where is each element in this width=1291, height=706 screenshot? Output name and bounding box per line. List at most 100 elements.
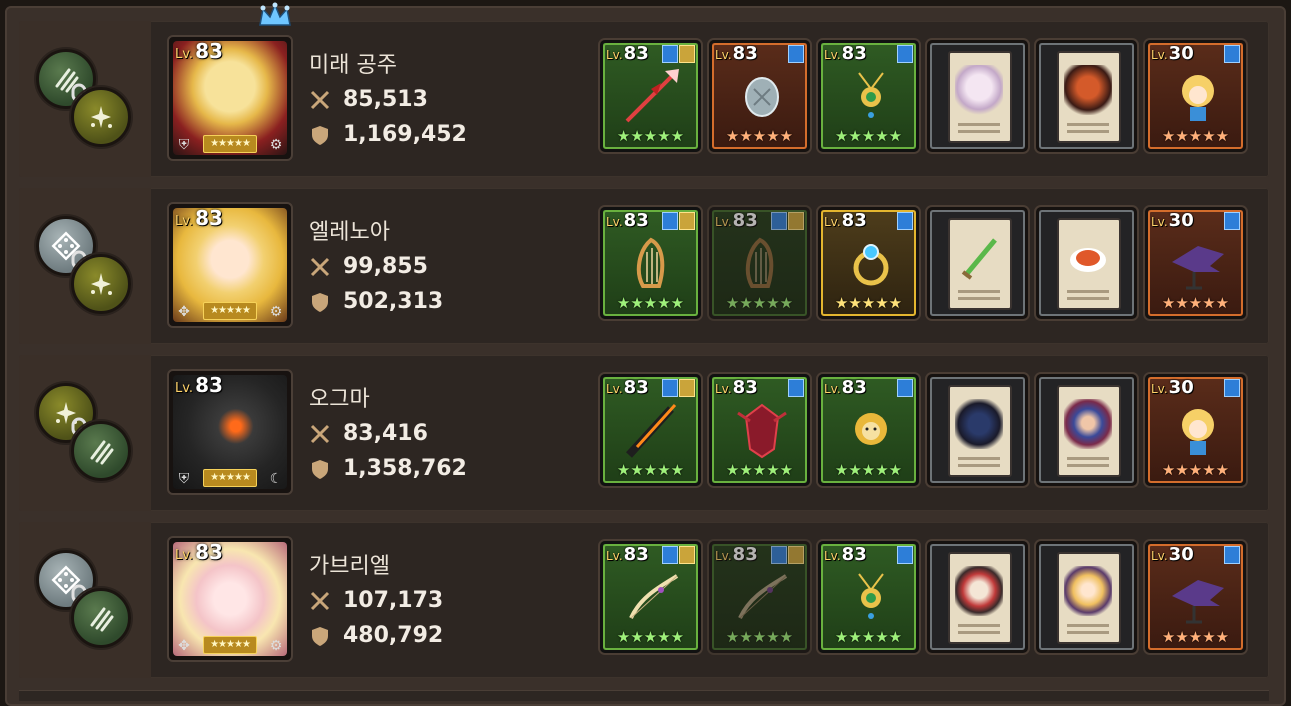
hero-star-rank: ★★★★★ xyxy=(203,135,257,153)
stone-shield-icon xyxy=(745,77,779,117)
hero-portrait[interactable]: Lv. 83 ⛨ ★★★★★ ☾ xyxy=(167,369,293,495)
attack-stat: 99,855 xyxy=(309,254,428,279)
angel-bow-icon xyxy=(738,574,788,619)
hero-level: Lv. 83 xyxy=(175,206,223,230)
class-icon: ✥ xyxy=(178,638,190,654)
hero-name: 엘레노아 xyxy=(309,220,390,245)
bookmark-icon xyxy=(1224,45,1240,63)
equip-slot-weapon[interactable]: Lv.83 ★★★★★ xyxy=(600,541,701,653)
equip-slot-weapon[interactable]: Lv.83 ★★★★★ xyxy=(600,40,701,152)
attack-stat: 83,416 xyxy=(309,421,428,446)
synergy-area xyxy=(19,21,151,177)
bookmark-icon xyxy=(1224,546,1240,564)
equip-slot-weapon[interactable]: Lv.83 ★★★★★ xyxy=(600,207,701,319)
shield-icon xyxy=(312,125,328,145)
claw-icon[interactable] xyxy=(71,588,131,648)
gold-amulet-icon xyxy=(858,72,884,118)
hero-star-rank: ★★★★★ xyxy=(203,636,257,654)
hero-row[interactable]: Lv. 83 ✥ ★★★★★ ⚙ 가브리엘 107,173 480,792 Lv.… xyxy=(19,522,1269,678)
equip-slot-accessory[interactable]: Lv.83 ★★★★★ xyxy=(818,541,919,653)
equip-slot-shield[interactable]: Lv.83 ★★★★★ xyxy=(709,40,810,152)
hero-portrait[interactable]: Lv. 83 ⛨ ★★★★★ ⚙ xyxy=(167,35,293,161)
moon-icon: ☾ xyxy=(269,471,283,487)
dark-wing-figure-icon xyxy=(1172,246,1224,290)
hero-name: 오그마 xyxy=(309,387,370,412)
blue-ring-icon xyxy=(853,244,889,286)
shield-icon xyxy=(312,459,328,479)
bookmark-icon xyxy=(788,379,804,397)
synergy-area xyxy=(19,355,151,511)
blue-hair-card-icon xyxy=(1064,399,1112,449)
hero-row[interactable]: Lv. 83 ⛨ ★★★★★ ⚙ 미래 공주 85,513 1,169,452 L… xyxy=(19,2,1269,177)
equip-slot-card[interactable] xyxy=(1036,374,1137,486)
bookmark-icon xyxy=(771,212,787,230)
fire-knight-card-icon xyxy=(1064,65,1112,115)
star-burst-icon[interactable] xyxy=(71,254,131,314)
attack-stat: 85,513 xyxy=(309,87,428,112)
green-sword-card-icon xyxy=(961,238,997,280)
element-icon: ⚙ xyxy=(269,638,283,654)
equip-slot-accessory[interactable]: Lv.83 ★★★★★ xyxy=(818,374,919,486)
bookmark-icon xyxy=(662,212,678,230)
attack-stat: 107,173 xyxy=(309,588,443,613)
hp-stat: 502,313 xyxy=(309,289,443,314)
bookmark-icon xyxy=(771,546,787,564)
crown-icon xyxy=(259,2,291,26)
shield-icon xyxy=(312,626,328,646)
bookmark-icon xyxy=(897,45,913,63)
claw-icon[interactable] xyxy=(71,421,131,481)
harp-icon xyxy=(636,237,665,288)
equip-slot-weapon-secondary[interactable]: Lv.83 ★★★★★ xyxy=(709,207,810,319)
equip-slot-card[interactable] xyxy=(1036,207,1137,319)
princess-figure-icon xyxy=(1182,409,1214,455)
hero-level: Lv. 83 xyxy=(175,39,223,63)
crossed-swords-icon xyxy=(310,257,330,276)
equip-slot-weapon[interactable]: Lv.83 ★★★★★ xyxy=(600,374,701,486)
synergy-area xyxy=(19,188,151,344)
hero-level: Lv. 83 xyxy=(175,540,223,564)
gem-icon xyxy=(788,212,804,230)
next-row-edge xyxy=(19,690,1269,701)
equip-slot-costume[interactable]: Lv.30 ★★★★★ xyxy=(1145,541,1246,653)
equip-slot-costume[interactable]: Lv.30 ★★★★★ xyxy=(1145,40,1246,152)
demon-lord-card-icon xyxy=(955,399,1003,449)
star-burst-icon[interactable] xyxy=(71,87,131,147)
equip-slot-card[interactable] xyxy=(927,207,1028,319)
hp-stat: 480,792 xyxy=(309,623,443,648)
lion-charm-icon xyxy=(855,413,887,445)
bookmark-icon xyxy=(1224,212,1240,230)
element-icon: ⚙ xyxy=(269,304,283,320)
hero-star-rank: ★★★★★ xyxy=(203,302,257,320)
hero-row[interactable]: Lv. 83 ⛨ ★★★★★ ☾ 오그마 83,416 1,358,762 Lv.… xyxy=(19,355,1269,511)
equip-slot-costume[interactable]: Lv.30 ★★★★★ xyxy=(1145,374,1246,486)
fox-mask-card-icon xyxy=(955,566,1003,616)
equip-slot-accessory[interactable]: Lv.83 ★★★★★ xyxy=(818,40,919,152)
gem-icon xyxy=(788,546,804,564)
flame-sword-icon xyxy=(626,403,677,458)
hero-portrait[interactable]: Lv. 83 ✥ ★★★★★ ⚙ xyxy=(167,202,293,328)
equip-slot-card[interactable] xyxy=(927,541,1028,653)
equip-slot-costume[interactable]: Lv.30 ★★★★★ xyxy=(1145,207,1246,319)
gem-icon xyxy=(679,379,695,397)
class-icon: ⛨ xyxy=(178,137,190,153)
hero-name: 미래 공주 xyxy=(309,53,397,78)
bookmark-icon xyxy=(662,546,678,564)
hero-star-rank: ★★★★★ xyxy=(203,469,257,487)
equip-slot-card[interactable] xyxy=(1036,40,1137,152)
dark-wing-figure-icon xyxy=(1172,580,1224,624)
hero-portrait[interactable]: Lv. 83 ✥ ★★★★★ ⚙ xyxy=(167,536,293,662)
equip-slot-accessory[interactable]: Lv.83 ★★★★★ xyxy=(818,207,919,319)
equip-slot-card[interactable] xyxy=(927,40,1028,152)
bookmark-icon xyxy=(897,212,913,230)
crimson-armor-icon xyxy=(737,403,787,459)
bookmark-icon xyxy=(897,546,913,564)
equip-slot-shield[interactable]: Lv.83 ★★★★★ xyxy=(709,374,810,486)
equip-slot-weapon-secondary[interactable]: Lv.83 ★★★★★ xyxy=(709,541,810,653)
food-plate-card-icon xyxy=(1070,248,1106,272)
class-icon: ✥ xyxy=(178,304,190,320)
equip-slot-card[interactable] xyxy=(1036,541,1137,653)
hero-level: Lv. 83 xyxy=(175,373,223,397)
bookmark-icon xyxy=(897,379,913,397)
equip-slot-card[interactable] xyxy=(927,374,1028,486)
hero-row[interactable]: Lv. 83 ✥ ★★★★★ ⚙ 엘레노아 99,855 502,313 Lv.8… xyxy=(19,188,1269,344)
